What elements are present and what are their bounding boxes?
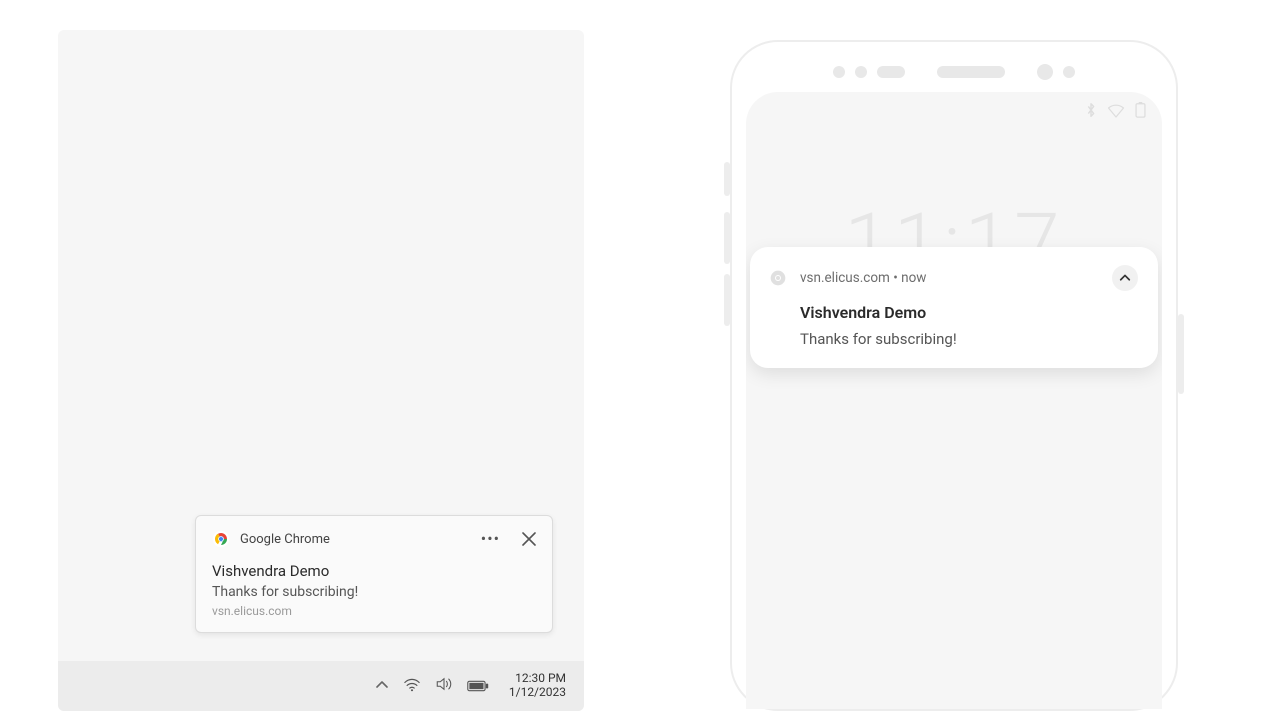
desktop-notification-domain: vsn.elicus.com <box>212 604 536 618</box>
windows-taskbar: 12:30 PM 1/12/2023 <box>58 661 584 711</box>
wifi-icon[interactable] <box>403 677 421 696</box>
bluetooth-icon <box>1085 102 1097 122</box>
desktop-notification-card[interactable]: Google Chrome ••• Vishvendra Demo Thanks… <box>195 515 553 633</box>
phone-side-button <box>1178 314 1184 394</box>
volume-icon[interactable] <box>435 676 453 696</box>
mobile-notification-title: Vishvendra Demo <box>800 303 1138 322</box>
battery-icon[interactable] <box>467 677 489 696</box>
mobile-notification-body: Thanks for subscribing! <box>800 330 1138 348</box>
phone-status-bar <box>1085 102 1146 122</box>
wifi-icon <box>1107 103 1125 122</box>
desktop-notification-body: Thanks for subscribing! <box>212 584 536 600</box>
desktop-notification-title: Vishvendra Demo <box>212 562 536 580</box>
mobile-notification-source: vsn.elicus.com • now <box>800 270 1112 286</box>
desktop-notification-app-name: Google Chrome <box>240 532 481 547</box>
phone-screen: 11:17 vsn.elicus.com • now Vishvendra De… <box>746 92 1162 709</box>
chevron-up-icon[interactable] <box>1112 265 1138 291</box>
mobile-notification-card[interactable]: vsn.elicus.com • now Vishvendra Demo Tha… <box>750 247 1158 368</box>
taskbar-time: 12:30 PM <box>509 672 566 686</box>
phone-side-button <box>724 162 730 196</box>
chrome-icon <box>212 530 230 548</box>
close-icon[interactable] <box>522 532 536 546</box>
phone-hardware-top <box>732 64 1176 80</box>
desktop-preview-frame: Google Chrome ••• Vishvendra Demo Thanks… <box>58 30 584 711</box>
more-icon[interactable]: ••• <box>481 531 500 547</box>
phone-side-button <box>724 274 730 326</box>
taskbar-clock[interactable]: 12:30 PM 1/12/2023 <box>509 672 566 700</box>
mobile-preview-frame: 11:17 vsn.elicus.com • now Vishvendra De… <box>730 40 1178 711</box>
taskbar-date: 1/12/2023 <box>509 686 566 700</box>
mobile-notification-header: vsn.elicus.com • now <box>770 265 1138 291</box>
desktop-notification-header: Google Chrome ••• <box>212 530 536 548</box>
chrome-icon <box>770 270 786 286</box>
tray-expand-icon[interactable] <box>375 677 389 696</box>
battery-icon <box>1135 102 1146 122</box>
phone-side-button <box>724 212 730 264</box>
